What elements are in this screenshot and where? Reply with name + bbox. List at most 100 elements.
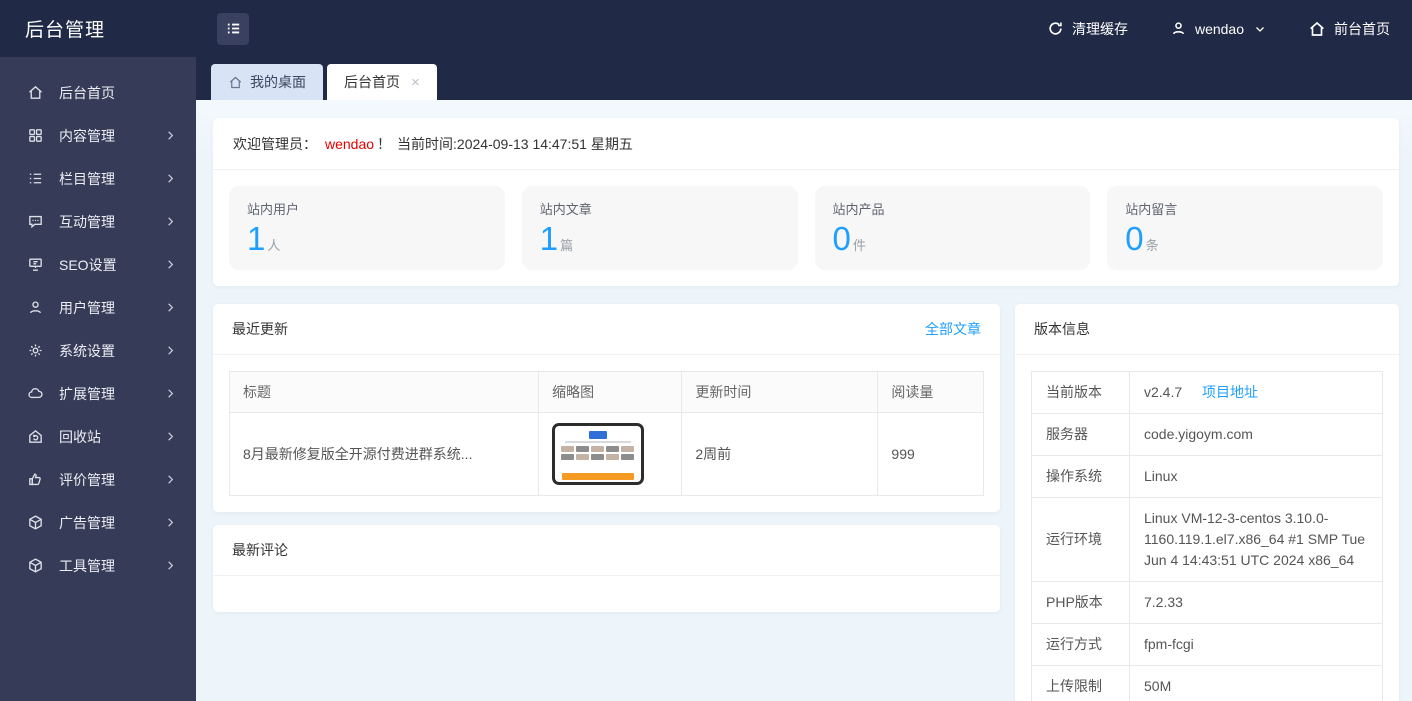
current-time: 当前时间:2024-09-13 14:47:51 星期五 bbox=[397, 136, 633, 152]
cube-icon bbox=[27, 557, 44, 574]
user-menu[interactable]: wendao bbox=[1170, 20, 1266, 37]
latest-comments-panel: 最新评论 bbox=[213, 525, 1000, 612]
table-row: 运行环境 Linux VM-12-3-centos 3.10.0-1160.11… bbox=[1031, 497, 1383, 582]
tab-my-desktop[interactable]: 我的桌面 bbox=[211, 64, 323, 100]
version-row-value: v2.4.7 项目地址 bbox=[1129, 371, 1383, 414]
sidebar-item-tools[interactable]: 工具管理 bbox=[0, 544, 196, 587]
sidebar-item-label: 用户管理 bbox=[59, 299, 115, 316]
home-icon bbox=[1308, 20, 1326, 38]
version-row-label: 服务器 bbox=[1031, 413, 1130, 456]
welcome-label: 欢迎管理员： bbox=[233, 136, 317, 152]
column-header-views: 阅读量 bbox=[877, 371, 984, 413]
stat-unit: 篇 bbox=[560, 238, 574, 253]
stat-card-users: 站内用户 1人 bbox=[229, 186, 505, 270]
sidebar-item-settings[interactable]: 系统设置 bbox=[0, 329, 196, 372]
stat-unit: 人 bbox=[267, 238, 281, 253]
tab-label: 后台首页 bbox=[344, 74, 400, 90]
chevron-right-icon bbox=[165, 345, 176, 356]
sidebar-item-extensions[interactable]: 扩展管理 bbox=[0, 372, 196, 415]
version-row-value: Linux VM-12-3-centos 3.10.0-1160.119.1.e… bbox=[1129, 497, 1383, 582]
sidebar-item-seo[interactable]: SEO设置 bbox=[0, 243, 196, 286]
sidebar-item-users[interactable]: 用户管理 bbox=[0, 286, 196, 329]
chevron-right-icon bbox=[165, 130, 176, 141]
left-column: 最近更新 全部文章 标题 缩略图 更新时间 阅读量 8月最新修复版全开源付费进群… bbox=[213, 304, 1000, 612]
right-column: 版本信息 当前版本 v2.4.7 项目地址 服务器 code.yigoym.co… bbox=[1015, 304, 1399, 701]
recent-updates-panel: 最近更新 全部文章 标题 缩略图 更新时间 阅读量 8月最新修复版全开源付费进群… bbox=[213, 304, 1000, 512]
sidebar-item-label: 栏目管理 bbox=[59, 170, 115, 187]
table-row: 运行方式 fpm-fcgi bbox=[1031, 623, 1383, 666]
panel-title: 最新评论 bbox=[232, 542, 288, 558]
tab-bar: 我的桌面 后台首页 × bbox=[196, 57, 1412, 100]
top-header: 后台管理 清理缓存 wendao 前台首页 bbox=[0, 0, 1412, 57]
chevron-right-icon bbox=[165, 560, 176, 571]
front-home-button[interactable]: 前台首页 bbox=[1308, 19, 1390, 39]
sidebar-item-reviews[interactable]: 评价管理 bbox=[0, 458, 196, 501]
chevron-right-icon bbox=[165, 216, 176, 227]
latest-comments-empty-body bbox=[213, 576, 1000, 612]
article-thumbnail bbox=[552, 423, 645, 485]
sidebar-item-label: 工具管理 bbox=[59, 557, 115, 574]
sidebar-item-label: 内容管理 bbox=[59, 127, 115, 144]
stat-card-products: 站内产品 0件 bbox=[814, 186, 1091, 270]
sidebar-item-label: 互动管理 bbox=[59, 213, 115, 230]
chevron-right-icon bbox=[165, 517, 176, 528]
chevron-right-icon bbox=[165, 388, 176, 399]
sidebar-item-label: 系统设置 bbox=[59, 342, 115, 359]
sidebar-item-label: SEO设置 bbox=[59, 256, 117, 273]
stat-value: 1 bbox=[539, 220, 559, 257]
welcome-username: wendao bbox=[325, 136, 375, 152]
header-actions: 清理缓存 wendao 前台首页 bbox=[1047, 19, 1412, 39]
column-header-thumbnail: 缩略图 bbox=[538, 371, 683, 413]
close-icon[interactable]: × bbox=[411, 75, 420, 90]
chevron-right-icon bbox=[165, 431, 176, 442]
home-icon bbox=[27, 84, 44, 101]
thumbnail-image-grid bbox=[555, 443, 641, 460]
sidebar-item-recycle-bin[interactable]: 回收站 bbox=[0, 415, 196, 458]
sidebar-item-label: 评价管理 bbox=[59, 471, 115, 488]
sidebar-item-interaction[interactable]: 互动管理 bbox=[0, 200, 196, 243]
article-title-cell[interactable]: 8月最新修复版全开源付费进群系统... bbox=[228, 412, 540, 496]
version-row-value: Linux bbox=[1129, 455, 1383, 498]
recent-updates-table: 标题 缩略图 更新时间 阅读量 8月最新修复版全开源付费进群系统... 2周前 … bbox=[228, 371, 984, 496]
version-row-label: 上传限制 bbox=[1031, 665, 1130, 701]
chevron-right-icon bbox=[165, 474, 176, 485]
sidebar-item-label: 广告管理 bbox=[59, 514, 115, 531]
chat-icon bbox=[27, 213, 44, 230]
column-header-title: 标题 bbox=[228, 371, 540, 413]
version-info-panel: 版本信息 当前版本 v2.4.7 项目地址 服务器 code.yigoym.co… bbox=[1015, 304, 1399, 701]
version-row-label: 操作系统 bbox=[1031, 455, 1130, 498]
username: wendao bbox=[1194, 20, 1244, 37]
tab-label: 我的桌面 bbox=[250, 74, 306, 90]
thumbnail-badge bbox=[589, 431, 608, 439]
welcome-bang: ！ bbox=[377, 136, 392, 152]
table-row: 当前版本 v2.4.7 项目地址 bbox=[1031, 371, 1383, 414]
stats-row: 站内用户 1人 站内文章 1篇 站内产品 0件 站内留言 0条 bbox=[213, 170, 1399, 286]
sidebar-item-columns[interactable]: 栏目管理 bbox=[0, 157, 196, 200]
sidebar-item-content[interactable]: 内容管理 bbox=[0, 114, 196, 157]
chevron-down-icon bbox=[1254, 23, 1266, 35]
user-icon bbox=[1170, 20, 1187, 37]
article-thumbnail-cell bbox=[538, 412, 683, 496]
version-row-value: code.yigoym.com bbox=[1129, 413, 1383, 456]
chevron-right-icon bbox=[165, 302, 176, 313]
sidebar-item-ads[interactable]: 广告管理 bbox=[0, 501, 196, 544]
sidebar-item-dashboard[interactable]: 后台首页 bbox=[0, 71, 196, 114]
front-home-label: 前台首页 bbox=[1334, 20, 1390, 37]
tab-dashboard[interactable]: 后台首页 × bbox=[327, 64, 437, 100]
sidebar-toggle-button[interactable] bbox=[217, 12, 249, 45]
version-row-label: 运行方式 bbox=[1031, 623, 1130, 666]
thumbs-up-icon bbox=[27, 471, 44, 488]
clear-cache-button[interactable]: 清理缓存 bbox=[1047, 19, 1128, 39]
all-articles-link[interactable]: 全部文章 bbox=[925, 319, 981, 339]
recent-updates-header: 最近更新 全部文章 bbox=[213, 304, 1000, 355]
version-row-label: 运行环境 bbox=[1031, 497, 1130, 582]
stat-card-articles: 站内文章 1篇 bbox=[521, 186, 798, 270]
sidebar-item-label: 后台首页 bbox=[59, 84, 115, 101]
menu-list-icon bbox=[225, 20, 242, 37]
app-title: 后台管理 bbox=[25, 20, 106, 41]
thumbnail-cta-bar bbox=[562, 473, 635, 480]
project-url-link[interactable]: 项目地址 bbox=[1202, 384, 1258, 400]
cube-icon bbox=[27, 514, 44, 531]
content-area: 欢迎管理员： wendao！ 当前时间:2024-09-13 14:47:51 星期… bbox=[196, 100, 1412, 701]
stat-value: 0 bbox=[832, 220, 851, 257]
